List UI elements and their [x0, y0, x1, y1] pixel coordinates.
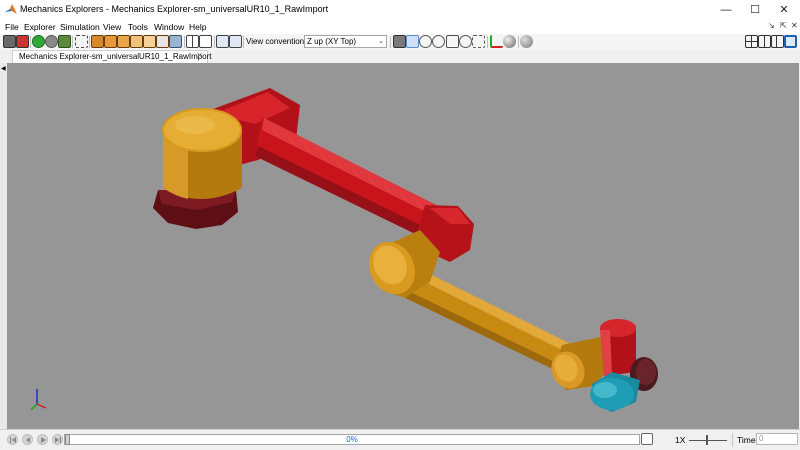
close-button[interactable]: ✕: [770, 0, 798, 20]
right-view-icon[interactable]: [130, 35, 143, 48]
matlab-logo-icon: [5, 4, 17, 14]
toolbar-divider: [72, 36, 73, 48]
speed-label: 1X: [675, 435, 686, 445]
progress-text: 0%: [346, 435, 358, 444]
run-icon[interactable]: [32, 35, 45, 48]
play-icon[interactable]: [37, 434, 48, 445]
layout-single-icon[interactable]: [784, 35, 797, 48]
box-view-icon[interactable]: [199, 35, 212, 48]
window-title: Mechanics Explorers - Mechanics Explorer…: [20, 4, 329, 14]
time-label: Time: [737, 435, 756, 445]
speed-knob[interactable]: [706, 435, 708, 445]
save-icon[interactable]: [58, 35, 71, 48]
collapse-icon[interactable]: [229, 35, 242, 48]
menu-explorer[interactable]: Explorer: [24, 22, 56, 32]
toolbar-divider: [184, 36, 185, 48]
tab-close-icon[interactable]: ✕: [196, 51, 203, 60]
shoulder-joint: [162, 108, 242, 199]
model-browser-icon[interactable]: [3, 35, 16, 48]
view-convention-label: View convention:: [246, 37, 307, 46]
lighting-icon[interactable]: [520, 35, 533, 48]
layout-three-icon[interactable]: [771, 35, 784, 48]
menu-file[interactable]: File: [5, 22, 19, 32]
layout-two-icon[interactable]: [758, 35, 771, 48]
frames-icon[interactable]: [490, 35, 503, 48]
view-convention-value: Z up (XY Top): [307, 37, 357, 46]
tab-mechanics-explorer[interactable]: Mechanics Explorer-sm_universalUR10_1_Ra…: [12, 50, 212, 63]
axes-triad-icon: [30, 389, 47, 411]
robot-arm-render: [30, 88, 658, 412]
tab-label: Mechanics Explorer-sm_universalUR10_1_Ra…: [19, 52, 212, 61]
roll-icon[interactable]: [432, 35, 445, 48]
scene-icon[interactable]: [16, 35, 29, 48]
skip-start-icon[interactable]: [7, 434, 18, 445]
menu-tools[interactable]: Tools: [128, 22, 148, 32]
time-value: 0: [759, 434, 764, 443]
toolbar-divider: [390, 36, 391, 48]
playback-progress[interactable]: 0%: [64, 434, 640, 445]
toolbar-divider: [243, 36, 244, 48]
menu-bar: File Explorer Simulation View Tools Wind…: [0, 20, 800, 34]
zoom-icon[interactable]: [459, 35, 472, 48]
speed-slider[interactable]: [689, 434, 727, 446]
3d-viewport[interactable]: [7, 63, 799, 429]
toolbar: View convention: Z up (XY Top) ⌄: [0, 34, 800, 51]
playback-bar: 0% 1X Time 0: [0, 429, 800, 450]
pin-icon[interactable]: ⇱: [780, 21, 787, 30]
side-panel-handle[interactable]: ◀: [0, 63, 7, 429]
expand-icon[interactable]: [216, 35, 229, 48]
stop-icon[interactable]: [45, 35, 58, 48]
toolbar-divider: [487, 36, 488, 48]
undock-icon[interactable]: ↘: [768, 21, 775, 30]
wrist-2: [600, 319, 636, 376]
collapse-arrow-icon: ◀: [1, 66, 6, 72]
time-divider: [732, 433, 733, 447]
document-tabstrip: Mechanics Explorer-sm_universalUR10_1_Ra…: [0, 50, 800, 63]
camera-icon[interactable]: [393, 35, 406, 48]
step-forward-icon[interactable]: [52, 434, 63, 445]
back-view-icon[interactable]: [104, 35, 117, 48]
upper-arm: [255, 118, 474, 262]
menu-view[interactable]: View: [103, 22, 121, 32]
time-field[interactable]: 0: [756, 433, 798, 445]
step-back-icon[interactable]: [22, 434, 33, 445]
grid-view-icon[interactable]: [186, 35, 199, 48]
toolbar-divider: [89, 36, 90, 48]
toolbar-divider: [30, 36, 31, 48]
front-view-icon[interactable]: [91, 35, 104, 48]
select-icon[interactable]: [406, 35, 419, 48]
pan-icon[interactable]: [446, 35, 459, 48]
minimize-button[interactable]: —: [712, 0, 740, 20]
maximize-button[interactable]: ☐: [741, 0, 769, 20]
sphere-icon[interactable]: [503, 35, 516, 48]
menu-simulation[interactable]: Simulation: [60, 22, 100, 32]
bottom-view-icon[interactable]: [156, 35, 169, 48]
view-convention-select[interactable]: Z up (XY Top) ⌄: [304, 35, 387, 48]
title-bar: Mechanics Explorers - Mechanics Explorer…: [0, 0, 800, 20]
zoom-box-icon[interactable]: [472, 35, 485, 48]
left-view-icon[interactable]: [117, 35, 130, 48]
toolbar-divider: [518, 36, 519, 48]
top-view-icon[interactable]: [143, 35, 156, 48]
fit-view-icon[interactable]: [75, 35, 88, 48]
isometric-view-icon[interactable]: [169, 35, 182, 48]
chevron-down-icon: ⌄: [378, 38, 384, 45]
menu-help[interactable]: Help: [189, 22, 206, 32]
menu-window[interactable]: Window: [154, 22, 184, 32]
toolbar-divider: [214, 36, 215, 48]
layout-four-icon[interactable]: [745, 35, 758, 48]
menu-close-icon[interactable]: ✕: [791, 21, 798, 30]
speed-track: [689, 440, 727, 441]
orbit-icon[interactable]: [419, 35, 432, 48]
record-icon[interactable]: [641, 433, 653, 445]
